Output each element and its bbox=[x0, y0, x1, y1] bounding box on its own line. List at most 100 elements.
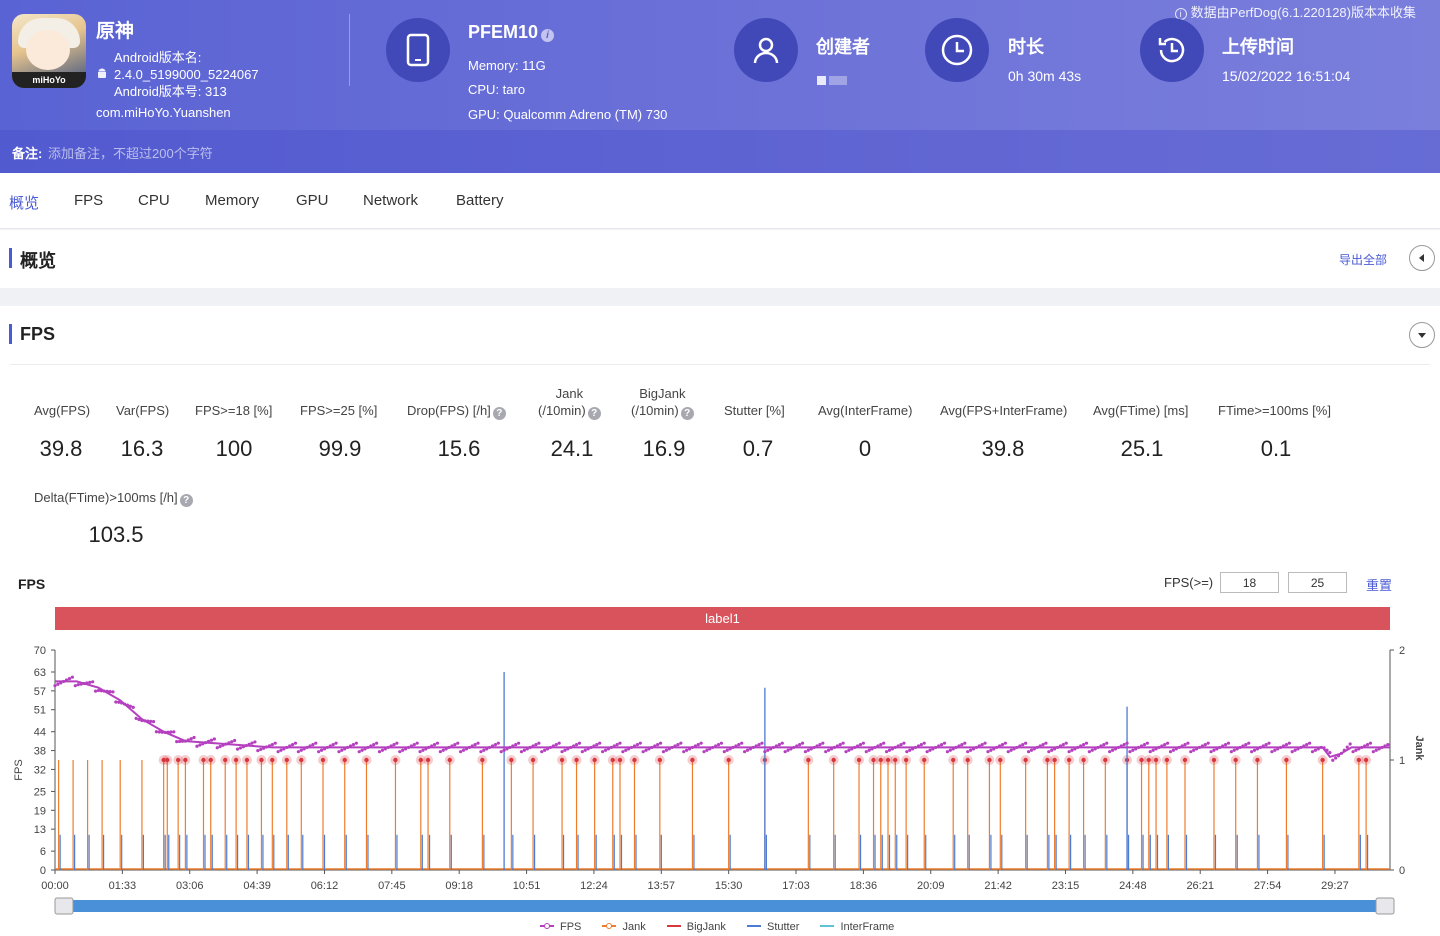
fps-point bbox=[1250, 750, 1254, 754]
x-tick-label: 26:21 bbox=[1186, 880, 1214, 892]
fps-point bbox=[62, 679, 66, 684]
fps-point bbox=[1348, 742, 1352, 746]
fps-threshold-input-1[interactable] bbox=[1220, 572, 1279, 593]
reset-button[interactable]: 重置 bbox=[1366, 575, 1392, 594]
fps-point bbox=[1050, 748, 1054, 752]
fps-point bbox=[615, 743, 619, 747]
remark-input[interactable]: 添加备注，不超过200个字符 bbox=[48, 143, 213, 162]
fps-point bbox=[421, 748, 425, 752]
fps-point bbox=[204, 741, 208, 745]
label-bar[interactable]: label1 bbox=[55, 607, 1390, 630]
fps-point bbox=[629, 745, 634, 750]
fps-point bbox=[601, 750, 605, 754]
fps-point bbox=[288, 744, 292, 748]
bigjank-marker bbox=[364, 757, 369, 763]
fps-point bbox=[1200, 744, 1204, 748]
fps-point bbox=[346, 745, 350, 750]
remark-bar[interactable] bbox=[0, 130, 1440, 173]
bigjank-marker bbox=[201, 757, 206, 763]
x-tick-label: 06:12 bbox=[311, 880, 339, 892]
fps-point bbox=[238, 746, 243, 750]
fps-point bbox=[1328, 751, 1332, 755]
fps-point bbox=[1105, 741, 1109, 745]
fps-point bbox=[412, 743, 416, 747]
fps-point bbox=[780, 741, 784, 745]
fps-point bbox=[766, 748, 770, 752]
fps-point bbox=[1006, 750, 1010, 754]
fps-point bbox=[870, 747, 874, 751]
fps-point bbox=[311, 743, 315, 747]
legend-item-interframe[interactable]: InterFrame bbox=[820, 921, 894, 933]
fps-point bbox=[1134, 747, 1138, 751]
fps-point bbox=[383, 747, 387, 751]
fps-point bbox=[664, 748, 668, 752]
bigjank-marker bbox=[342, 757, 347, 763]
tab-gpu[interactable]: GPU bbox=[296, 192, 329, 209]
fps-point bbox=[832, 745, 837, 750]
tab-fps[interactable]: FPS bbox=[74, 192, 103, 209]
fps-point bbox=[1226, 741, 1231, 745]
fps-point bbox=[1087, 750, 1091, 754]
zoom-slider-handle bbox=[54, 897, 74, 915]
fps-point bbox=[183, 739, 187, 743]
help-icon[interactable]: ? bbox=[179, 494, 193, 507]
fps-threshold-input-2[interactable] bbox=[1288, 572, 1347, 593]
tab-battery[interactable]: Battery bbox=[456, 192, 504, 209]
overview-section bbox=[0, 230, 1440, 288]
device-info-icon[interactable]: i bbox=[541, 29, 555, 42]
fps-point bbox=[279, 748, 283, 752]
legend-item-jank[interactable]: Jank bbox=[602, 921, 646, 933]
help-icon[interactable]: ? bbox=[587, 407, 601, 420]
fps-point bbox=[293, 741, 298, 745]
tab-overview[interactable]: 概览 bbox=[9, 192, 39, 213]
fps-point bbox=[835, 744, 839, 748]
fps-point bbox=[696, 743, 700, 747]
fps-point bbox=[748, 747, 752, 751]
legend-item-bigjank[interactable]: BigJank bbox=[666, 921, 726, 933]
y2-tick-label: 2 bbox=[1399, 645, 1405, 657]
fps-point bbox=[256, 749, 260, 753]
bigjank-marker bbox=[1182, 757, 1188, 763]
fps-point bbox=[751, 745, 755, 750]
legend-item-stutter[interactable]: Stutter bbox=[746, 921, 799, 933]
fps-point bbox=[125, 703, 130, 707]
fps-point bbox=[1067, 750, 1071, 754]
fps-point bbox=[995, 745, 999, 750]
collapse-left-button[interactable] bbox=[1409, 245, 1435, 271]
tab-network[interactable]: Network bbox=[363, 192, 418, 209]
fps-point bbox=[137, 717, 141, 722]
fps-point bbox=[1334, 756, 1338, 760]
fps-point bbox=[612, 744, 616, 748]
app-name: 原神 bbox=[96, 21, 135, 42]
collapse-down-button[interactable] bbox=[1409, 322, 1435, 348]
fps-point bbox=[992, 747, 996, 751]
fps-point bbox=[673, 744, 677, 748]
metric-label: Avg(FTime) [ms] bbox=[1093, 403, 1189, 418]
fps-point bbox=[267, 744, 272, 748]
help-icon[interactable]: ? bbox=[680, 407, 694, 420]
fps-point bbox=[690, 745, 695, 750]
fps-point bbox=[85, 681, 89, 685]
device-cpu: CPU: taro bbox=[468, 82, 526, 97]
fps-chart[interactable]: 0 6 13 19 25 32 38 44 51 57 63 70 0 1 2 FPS Jank 00:00 01:… bbox=[0, 630, 1440, 920]
fps-point bbox=[395, 741, 399, 745]
fps-point bbox=[1119, 744, 1123, 748]
x-tick-label: 24:48 bbox=[1119, 880, 1147, 892]
export-all-link[interactable]: 导出全部 bbox=[1339, 251, 1387, 268]
tab-cpu[interactable]: CPU bbox=[138, 192, 170, 209]
legend-item-fps[interactable]: FPS bbox=[540, 921, 581, 933]
bigjank-marker bbox=[1233, 757, 1238, 763]
metric-value: 39.8 bbox=[981, 436, 1025, 461]
fps-point bbox=[1336, 754, 1341, 758]
fps-point bbox=[1380, 745, 1384, 750]
metric-label: BigJank (/10min)? bbox=[631, 385, 694, 420]
y2-axis-label: Jank bbox=[1413, 735, 1425, 761]
fps-point bbox=[102, 689, 106, 693]
android-icon bbox=[98, 68, 106, 78]
tab-memory[interactable]: Memory bbox=[205, 192, 259, 209]
help-icon[interactable]: ? bbox=[492, 407, 506, 420]
bigjank-marker bbox=[1066, 757, 1072, 763]
bigjank-marker bbox=[726, 757, 731, 763]
fps-point bbox=[146, 719, 150, 723]
fps-point bbox=[67, 677, 72, 681]
